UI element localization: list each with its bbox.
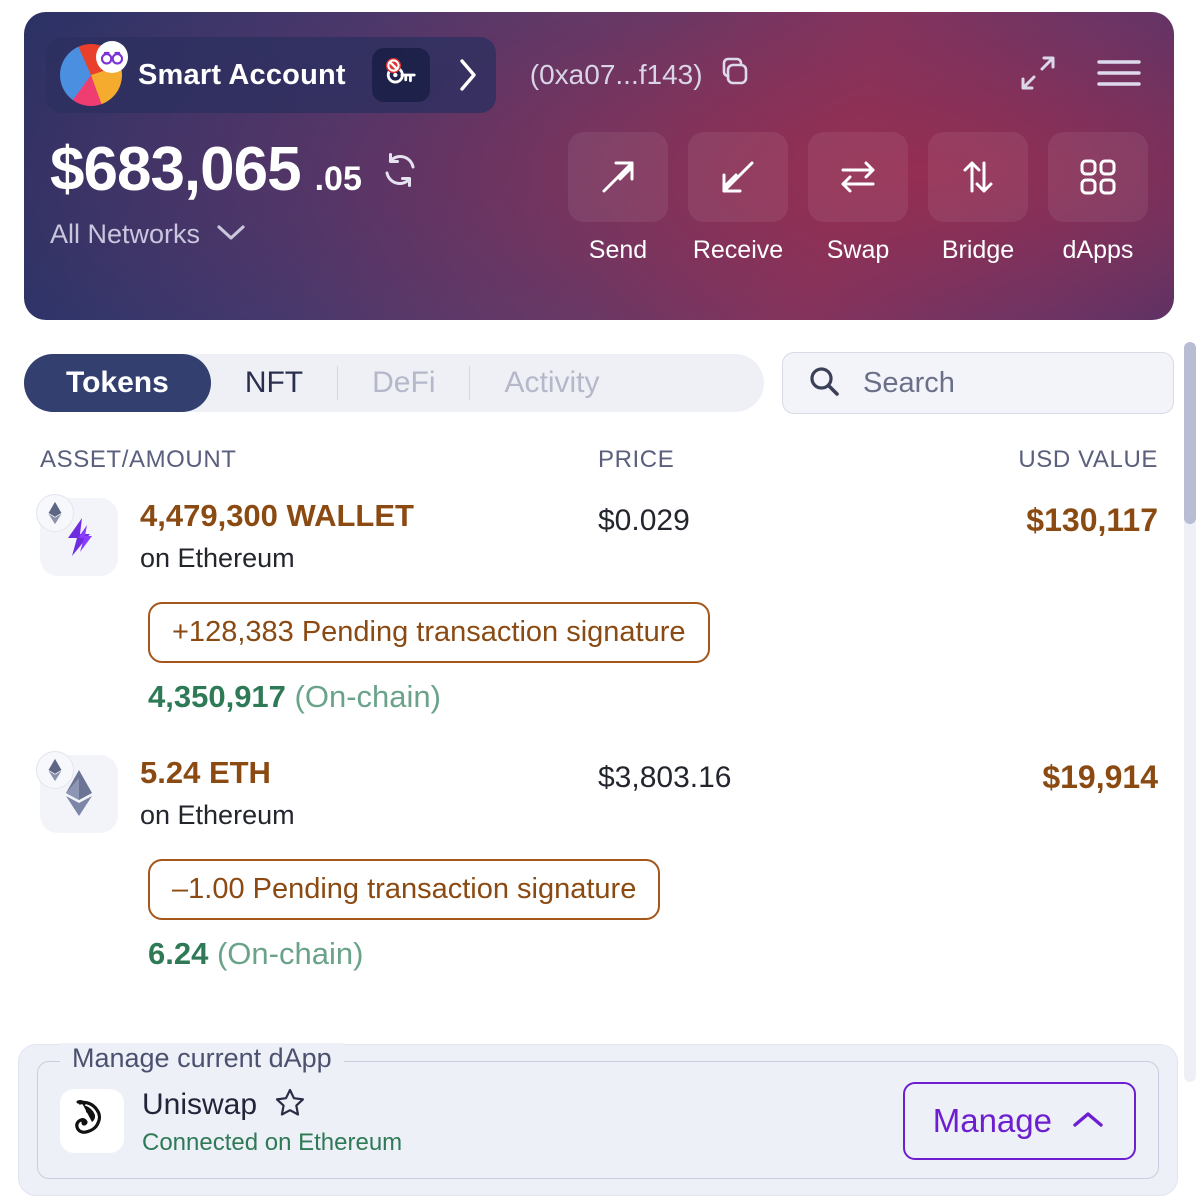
swap-arrows-icon: [808, 132, 908, 222]
header-top-bar: Smart Account (0xa07...f143): [24, 12, 1174, 120]
tab-defi[interactable]: DeFi: [338, 354, 469, 412]
table-row[interactable]: 4,479,300 WALLET on Ethereum $0.029 $130…: [36, 494, 1158, 576]
action-swap[interactable]: Swap: [808, 132, 908, 265]
tab-activity[interactable]: Activity: [470, 354, 633, 412]
dapp-info: Uniswap Connected on Ethereum: [142, 1086, 402, 1157]
chevron-right-icon[interactable]: [456, 56, 480, 94]
balance-block: $683,065 .05 All Networks: [50, 126, 420, 250]
tab-tokens[interactable]: Tokens: [24, 354, 211, 412]
onchain-balance: 6.24 (On-chain): [148, 936, 1198, 972]
token-usd-value: $19,914: [1042, 759, 1158, 795]
ethereum-icon: [36, 751, 74, 789]
dapp-name-row: Uniswap: [142, 1086, 402, 1125]
token-price: $3,803.16: [598, 761, 732, 794]
avatar: [60, 41, 128, 106]
balance-cents: .05: [314, 160, 362, 198]
action-label: Send: [588, 236, 648, 264]
dapp-status: Connected on Ethereum: [142, 1128, 403, 1156]
chevron-up-icon: [1070, 1102, 1106, 1140]
hamburger-menu-icon[interactable]: [1094, 54, 1144, 97]
table-header: ASSET/AMOUNT PRICE USD VALUE: [40, 446, 1158, 474]
header-tools: [1016, 51, 1152, 100]
key-disabled-icon[interactable]: [371, 48, 430, 102]
dapp-name: Uniswap: [142, 1088, 258, 1121]
action-bridge[interactable]: Bridge: [928, 132, 1028, 265]
tab-nft[interactable]: NFT: [211, 354, 337, 412]
token-price: $0.029: [598, 504, 690, 537]
tab-group: Tokens NFT DeFi Activity: [24, 354, 764, 412]
uniswap-unicorn-icon: [60, 1089, 124, 1153]
chevron-down-icon: [214, 219, 248, 250]
copy-icon[interactable]: [717, 54, 753, 97]
action-send[interactable]: Send: [568, 132, 668, 265]
token-chain: on Ethereum: [140, 800, 295, 830]
account-header: Smart Account (0xa07...f143) $683,065 .0…: [24, 12, 1174, 320]
table-row[interactable]: 5.24 ETH on Ethereum $3,803.16 $19,914: [36, 751, 1158, 833]
search-placeholder: Search: [863, 366, 955, 399]
column-price: PRICE: [598, 446, 675, 473]
account-name: Smart Account: [138, 58, 346, 91]
asset-text: 5.24 ETH on Ethereum: [140, 755, 295, 831]
scrollbar-thumb[interactable]: [1184, 342, 1196, 524]
total-balance: $683,065 .05: [50, 134, 420, 205]
onchain-value: 4,350,917: [148, 679, 286, 714]
token-amount: 4,479,300 WALLET: [140, 498, 414, 533]
column-asset: ASSET/AMOUNT: [40, 446, 237, 473]
search-input[interactable]: Search: [782, 352, 1174, 414]
grid-apps-icon: [1048, 132, 1148, 222]
onchain-balance: 4,350,917 (On-chain): [148, 679, 1198, 715]
token-chain: on Ethereum: [140, 543, 295, 573]
binoculars-icon: [96, 41, 128, 73]
onchain-value: 6.24: [148, 936, 209, 971]
account-selector[interactable]: Smart Account: [46, 37, 496, 113]
refresh-icon[interactable]: [380, 150, 420, 190]
send-arrow-icon: [568, 132, 668, 222]
receive-arrow-icon: [688, 132, 788, 222]
token-icon-wrap: [36, 751, 118, 833]
action-label: Receive: [692, 236, 784, 264]
manage-button[interactable]: Manage: [902, 1082, 1136, 1160]
quick-actions: Send Receive Swap Bridge dApps: [568, 126, 1148, 265]
balance-main: $683,065: [50, 135, 302, 204]
asset-cell: 4,479,300 WALLET on Ethereum: [36, 494, 598, 576]
asset-cell: 5.24 ETH on Ethereum: [36, 751, 598, 833]
token-amount: 5.24 ETH: [140, 755, 271, 790]
asset-text: 4,479,300 WALLET on Ethereum: [140, 498, 414, 574]
column-usd: USD VALUE: [1018, 446, 1158, 473]
onchain-label: (On-chain): [216, 936, 364, 971]
pending-badge: –1.00 Pending transaction signature: [148, 859, 661, 920]
action-dapps[interactable]: dApps: [1048, 132, 1148, 265]
dapp-panel: Manage current dApp Uniswap Connected on…: [18, 1043, 1178, 1196]
wallet-app: Smart Account (0xa07...f143) $683,065 .0…: [0, 12, 1198, 1198]
onchain-label: (On-chain): [294, 679, 441, 714]
token-usd-value: $130,117: [1026, 502, 1158, 538]
header-bottom-bar: $683,065 .05 All Networks Send Receive S…: [24, 120, 1174, 265]
network-selector[interactable]: All Networks: [50, 219, 420, 250]
expand-icon[interactable]: [1016, 51, 1060, 100]
token-icon-wrap: [36, 494, 118, 576]
ethereum-icon: [36, 494, 74, 532]
star-icon[interactable]: [273, 1086, 307, 1125]
tab-bar: Tokens NFT DeFi Activity Search: [24, 352, 1174, 414]
action-label: Swap: [826, 236, 890, 264]
dapp-row: Uniswap Connected on Ethereum Manage: [60, 1072, 1136, 1160]
bridge-arrows-icon: [928, 132, 1028, 222]
action-label: dApps: [1062, 236, 1134, 264]
search-icon: [807, 364, 841, 403]
dapp-legend: Manage current dApp: [60, 1043, 344, 1074]
action-label: Bridge: [941, 236, 1015, 264]
pending-badge: +128,383 Pending transaction signature: [148, 602, 710, 663]
network-label: All Networks: [50, 219, 201, 249]
manage-label: Manage: [932, 1102, 1052, 1139]
address-text: (0xa07...f143): [529, 59, 703, 90]
dapp-fieldset: Manage current dApp Uniswap Connected on…: [37, 1043, 1159, 1179]
action-receive[interactable]: Receive: [688, 132, 788, 265]
scrollbar[interactable]: [1184, 342, 1196, 1082]
account-address[interactable]: (0xa07...f143): [530, 54, 753, 97]
